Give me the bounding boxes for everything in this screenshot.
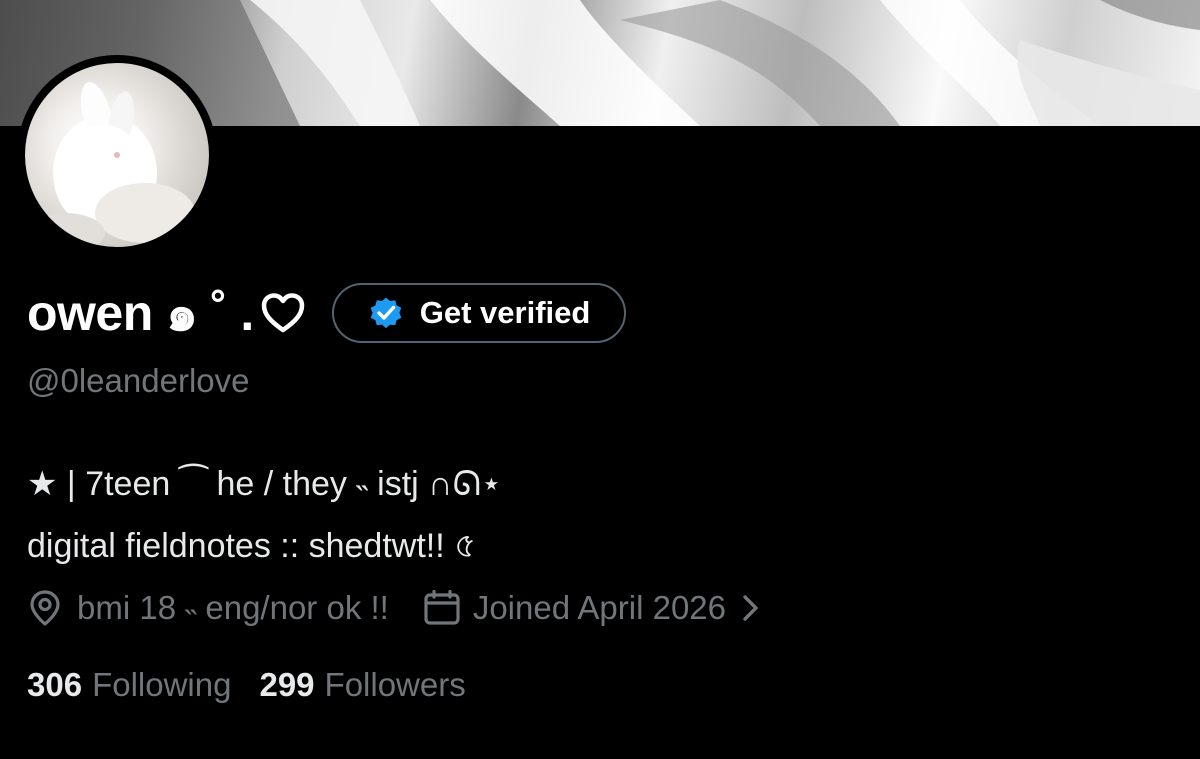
followers-link[interactable]: 299 Followers — [259, 666, 465, 704]
calendar-icon — [424, 590, 460, 625]
get-verified-button[interactable]: Get verified — [331, 283, 627, 343]
joined-text: Joined April 2026 — [472, 589, 727, 626]
following-label: Following — [92, 666, 232, 703]
following-link[interactable]: 306 Following — [27, 666, 231, 704]
bio-line-2: digital fieldnotes :: shedtwt!! ৫ — [27, 527, 477, 565]
avatar-image — [25, 63, 209, 247]
followers-count: 299 — [259, 666, 315, 703]
location-pin-icon — [30, 590, 60, 626]
followers-label: Followers — [324, 666, 466, 703]
verified-badge-icon — [368, 295, 404, 331]
heart-outline-icon — [260, 292, 306, 334]
profile-avatar[interactable] — [17, 55, 217, 255]
location-text: bmi 18 ˵ eng/nor ok !! — [77, 589, 389, 626]
profile-meta: bmi 18 ˵ eng/nor ok !! Joined April 2026 — [27, 586, 762, 630]
location-item: bmi 18 ˵ eng/nor ok !! — [27, 589, 389, 627]
display-name: owen ๑ ˚ . — [27, 284, 254, 341]
joined-item[interactable]: Joined April 2026 — [423, 589, 762, 627]
chevron-right-icon — [743, 595, 758, 621]
follow-stats: 306 Following 299 Followers — [27, 666, 466, 704]
following-count: 306 — [27, 666, 83, 703]
name-row: owen ๑ ˚ . Get verified — [27, 282, 627, 344]
get-verified-label: Get verified — [419, 295, 591, 330]
profile-bio: ★ | 7teen ⁀ he / they ˵ istj ∩ᘏ⋆ digital… — [27, 453, 502, 577]
profile-handle: @0leanderlove — [27, 362, 250, 399]
bio-line-1: ★ | 7teen ⁀ he / they ˵ istj ∩ᘏ⋆ — [27, 465, 503, 503]
